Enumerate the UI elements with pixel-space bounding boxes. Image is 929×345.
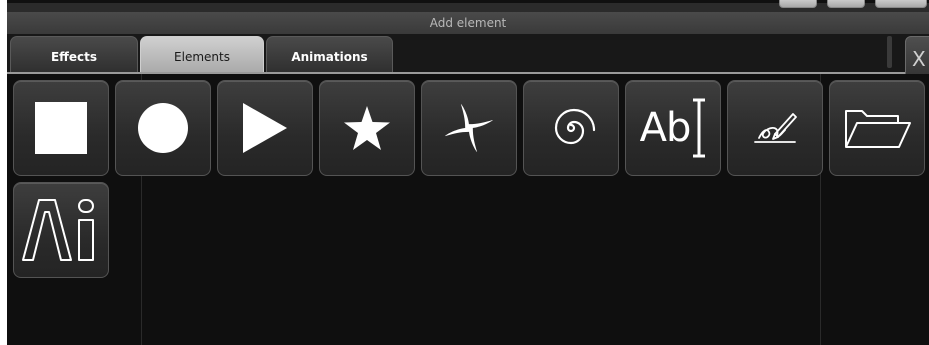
tab-animations[interactable]: Animations	[266, 36, 393, 74]
minimize-button[interactable]	[779, 0, 817, 8]
circle-icon	[138, 103, 188, 153]
spiral-icon	[554, 108, 596, 145]
maximize-button[interactable]	[827, 0, 865, 8]
window-title: Add element	[7, 12, 929, 34]
signature-icon	[754, 113, 797, 143]
element-circle[interactable]	[115, 80, 211, 176]
elements-grid: Ab	[7, 74, 929, 345]
text-icon: Ab	[639, 105, 692, 151]
add-element-window: Add element Effects Elements Animations …	[7, 0, 929, 345]
pinwheel-icon	[445, 104, 493, 152]
triangle-icon	[243, 103, 287, 153]
tab-elements[interactable]: Elements	[140, 36, 264, 74]
element-illustrator[interactable]	[13, 182, 109, 278]
star-icon	[344, 106, 390, 150]
tab-bar: Effects Elements Animations	[7, 34, 929, 74]
element-triangle[interactable]	[217, 80, 313, 176]
folder-icon	[845, 110, 911, 148]
illustrator-icon	[22, 199, 94, 261]
element-square[interactable]	[13, 80, 109, 176]
text-cursor-icon	[693, 98, 706, 158]
element-spiral[interactable]	[523, 80, 619, 176]
window-controls	[769, 0, 929, 8]
square-icon	[35, 102, 87, 154]
close-window-button[interactable]	[875, 0, 927, 8]
tab-effects[interactable]: Effects	[10, 36, 138, 74]
element-folder[interactable]	[829, 80, 925, 176]
element-star[interactable]	[319, 80, 415, 176]
element-pinwheel[interactable]	[421, 80, 517, 176]
element-signature[interactable]	[727, 80, 823, 176]
element-text[interactable]: Ab	[625, 80, 721, 176]
tab-scroll-handle[interactable]	[887, 36, 892, 68]
